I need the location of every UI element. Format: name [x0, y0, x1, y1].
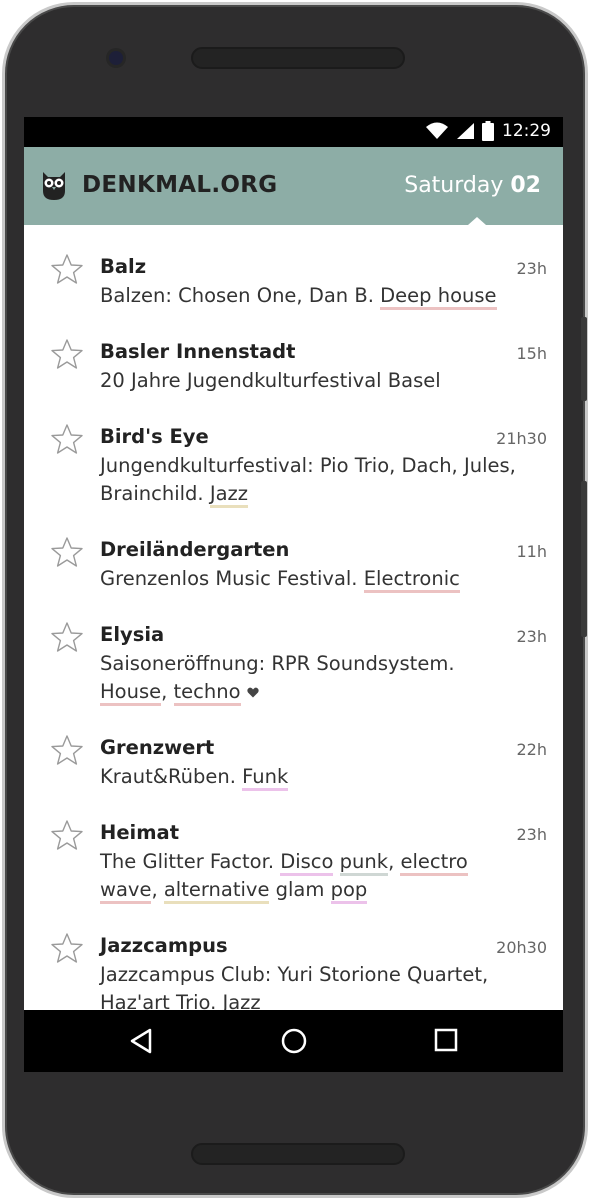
volume-button	[581, 317, 587, 401]
event-time: 22h	[516, 740, 548, 759]
description-text: Jungendkulturfestival: Pio Trio, Dach, J…	[100, 454, 516, 505]
app-header: DENKMAL.ORG Saturday 02	[24, 147, 563, 225]
event-description: Grenzenlos Music Festival. Electronic	[100, 565, 520, 593]
genre-tag-link[interactable]: alternative	[163, 878, 270, 904]
top-speaker	[191, 47, 405, 69]
date-number: 02	[510, 173, 541, 198]
event-venue[interactable]: Balz	[100, 254, 547, 280]
status-time: 12:29	[502, 121, 551, 141]
event-description: The Glitter Factor. Disco punk, electro …	[100, 848, 520, 904]
event-time: 21h30	[496, 429, 547, 448]
wifi-icon	[426, 122, 448, 139]
event-list: Balz 23h Balzen: Chosen One, Dan B. Deep h…	[24, 225, 563, 1017]
description-text: The Glitter Factor.	[100, 850, 281, 873]
front-camera	[109, 51, 123, 65]
date-day: Saturday	[404, 173, 504, 198]
recents-icon[interactable]	[434, 1028, 458, 1052]
genre-tag-link[interactable]: techno	[173, 680, 241, 706]
date-selector[interactable]: Saturday 02	[404, 173, 541, 198]
description-text: Saisoneröffnung: RPR Soundsystem.	[100, 652, 455, 675]
event-item[interactable]: Grenzwert 22h Kraut&Rüben. Funk	[24, 706, 563, 791]
event-item[interactable]: Heimat 23h The Glitter Factor. Disco punk,…	[24, 791, 563, 904]
event-venue[interactable]: Elysia	[100, 622, 547, 648]
brand-title[interactable]: DENKMAL.ORG	[82, 172, 277, 198]
owl-icon	[43, 172, 65, 200]
favorite-star-icon[interactable]	[50, 253, 84, 285]
genre-tag-link[interactable]: Electronic	[363, 567, 460, 593]
favorite-star-icon[interactable]	[50, 338, 84, 370]
event-description: Jungendkulturfestival: Pio Trio, Dach, J…	[100, 452, 520, 508]
description-text	[333, 850, 339, 873]
navigation-bar	[24, 1010, 563, 1072]
genre-tag-link[interactable]: Deep house	[380, 284, 497, 310]
description-text: glam	[269, 878, 331, 901]
event-item[interactable]: Balz 23h Balzen: Chosen One, Dan B. Deep h…	[24, 225, 563, 310]
event-item[interactable]: Dreiländergarten 11h Grenzenlos Music Fest…	[24, 508, 563, 593]
event-time: 23h	[516, 627, 548, 646]
event-venue[interactable]: Heimat	[100, 820, 547, 846]
event-time: 11h	[516, 542, 548, 561]
genre-tag-link[interactable]: Funk	[242, 765, 289, 791]
favorite-star-icon[interactable]	[50, 423, 84, 455]
genre-tag-link[interactable]: Disco	[280, 850, 334, 876]
event-item[interactable]: Bird's Eye 21h30 Jungendkulturfestival: Pi…	[24, 395, 563, 508]
description-text: Grenzenlos Music Festival.	[100, 567, 364, 590]
event-description: Balzen: Chosen One, Dan B. Deep house	[100, 282, 520, 310]
genre-tag-link[interactable]: punk	[339, 850, 389, 876]
event-item[interactable]: Elysia 23h Saisoneröffnung: RPR Soundsyste…	[24, 593, 563, 706]
event-description: Kraut&Rüben. Funk	[100, 763, 520, 791]
event-venue[interactable]: Basler Innenstadt	[100, 339, 547, 365]
description-text: Balzen: Chosen One, Dan B.	[100, 284, 381, 307]
event-time: 23h	[516, 259, 548, 278]
bottom-speaker	[191, 1143, 405, 1165]
event-venue[interactable]: Jazzcampus	[100, 933, 547, 959]
signal-icon	[457, 123, 474, 139]
power-button	[581, 481, 587, 637]
event-venue[interactable]: Bird's Eye	[100, 424, 547, 450]
date-caret-icon	[468, 217, 486, 225]
home-icon[interactable]	[281, 1028, 307, 1054]
heart-icon[interactable]	[246, 687, 259, 698]
event-time: 20h30	[496, 938, 547, 957]
event-item[interactable]: Basler Innenstadt 15h 20 Jahre Jugendkultu…	[24, 310, 563, 395]
favorite-star-icon[interactable]	[50, 734, 84, 766]
battery-icon	[482, 121, 494, 141]
description-text: ,	[388, 850, 401, 873]
event-description: Saisoneröffnung: RPR Soundsystem. House,…	[100, 650, 520, 706]
favorite-star-icon[interactable]	[50, 621, 84, 653]
genre-tag-link[interactable]: pop	[330, 878, 368, 904]
favorite-star-icon[interactable]	[50, 536, 84, 568]
favorite-star-icon[interactable]	[50, 932, 84, 964]
event-description: Jazzcampus Club: Yuri Storione Quartet, …	[100, 961, 520, 1017]
status-bar: 12:29	[24, 117, 563, 147]
description-text: Kraut&Rüben.	[100, 765, 243, 788]
description-text: 20 Jahre Jugendkulturfestival Basel	[100, 369, 441, 392]
event-venue[interactable]: Dreiländergarten	[100, 537, 547, 563]
event-description: 20 Jahre Jugendkulturfestival Basel	[100, 367, 520, 395]
description-text: ,	[151, 878, 164, 901]
event-time: 23h	[516, 825, 548, 844]
back-icon[interactable]	[130, 1028, 152, 1054]
description-text: ,	[161, 680, 174, 703]
genre-tag-link[interactable]: Jazz	[209, 482, 248, 508]
event-venue[interactable]: Grenzwert	[100, 735, 547, 761]
event-item[interactable]: Jazzcampus 20h30 Jazzcampus Club: Yuri Sto…	[24, 904, 563, 1017]
favorite-star-icon[interactable]	[50, 819, 84, 851]
screen: 12:29 DENKMAL.ORG Saturday 02 Balz 23h Bal…	[24, 117, 563, 1072]
description-text: Jazzcampus Club: Yuri Storione Quartet, …	[100, 963, 489, 1014]
genre-tag-link[interactable]: House	[100, 680, 162, 706]
event-time: 15h	[516, 344, 548, 363]
